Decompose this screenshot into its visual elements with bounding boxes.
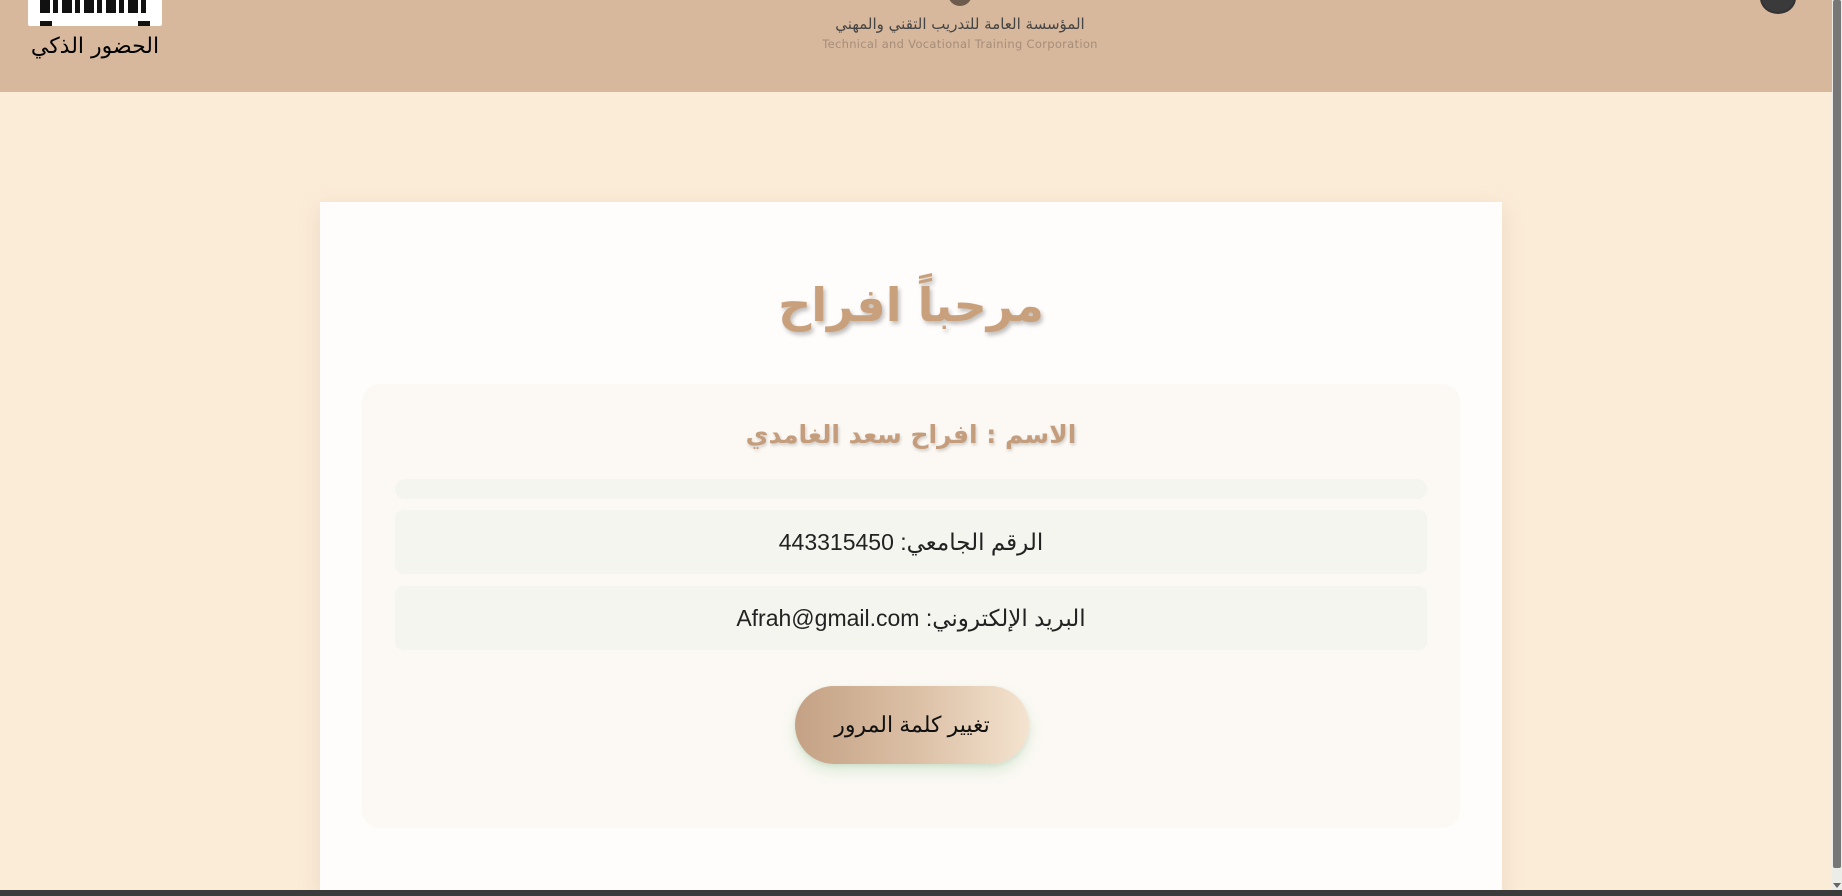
student-name: الاسم : افراح سعد الغامدي — [745, 420, 1077, 449]
email-value: Afrah@gmail.com — [736, 605, 920, 631]
vertical-scrollbar[interactable] — [1832, 0, 1842, 890]
brand[interactable]: الحضور الذكي — [28, 0, 162, 90]
org-emblem-icon — [948, 0, 972, 6]
org-name-en: Technical and Vocational Training Corpor… — [822, 37, 1098, 51]
globe-icon[interactable] — [1760, 0, 1796, 14]
email-label: البريد الإلكتروني: — [925, 605, 1086, 631]
student-id-value: 443315450 — [778, 529, 894, 555]
student-id-label: الرقم الجامعي: — [900, 529, 1044, 555]
app-title: الحضور الذكي — [30, 34, 160, 59]
window-bottom-bar — [0, 890, 1842, 896]
change-password-button[interactable]: تغيير كلمة المرور — [795, 686, 1029, 764]
email-row: البريد الإلكتروني: Afrah@gmail.com — [395, 586, 1427, 650]
top-header: الحضور الذكي المؤسسة العامة للتدريب التق… — [0, 0, 1832, 92]
org-logo: المؤسسة العامة للتدريب التقني والمهني Te… — [820, 0, 1100, 60]
divider-strip — [395, 479, 1427, 499]
welcome-heading: مرحباً افراح — [778, 278, 1044, 332]
student-id-row: الرقم الجامعي: 443315450 — [395, 510, 1427, 574]
org-name-ar: المؤسسة العامة للتدريب التقني والمهني — [835, 15, 1085, 33]
profile-card: مرحباً افراح الاسم : افراح سعد الغامدي ا… — [320, 202, 1502, 896]
scroll-thumb[interactable] — [1833, 0, 1841, 868]
scroll-down-icon[interactable] — [1833, 883, 1841, 888]
qr-logo-icon — [28, 0, 162, 26]
profile-panel: الاسم : افراح سعد الغامدي الرقم الجامعي:… — [362, 384, 1460, 828]
